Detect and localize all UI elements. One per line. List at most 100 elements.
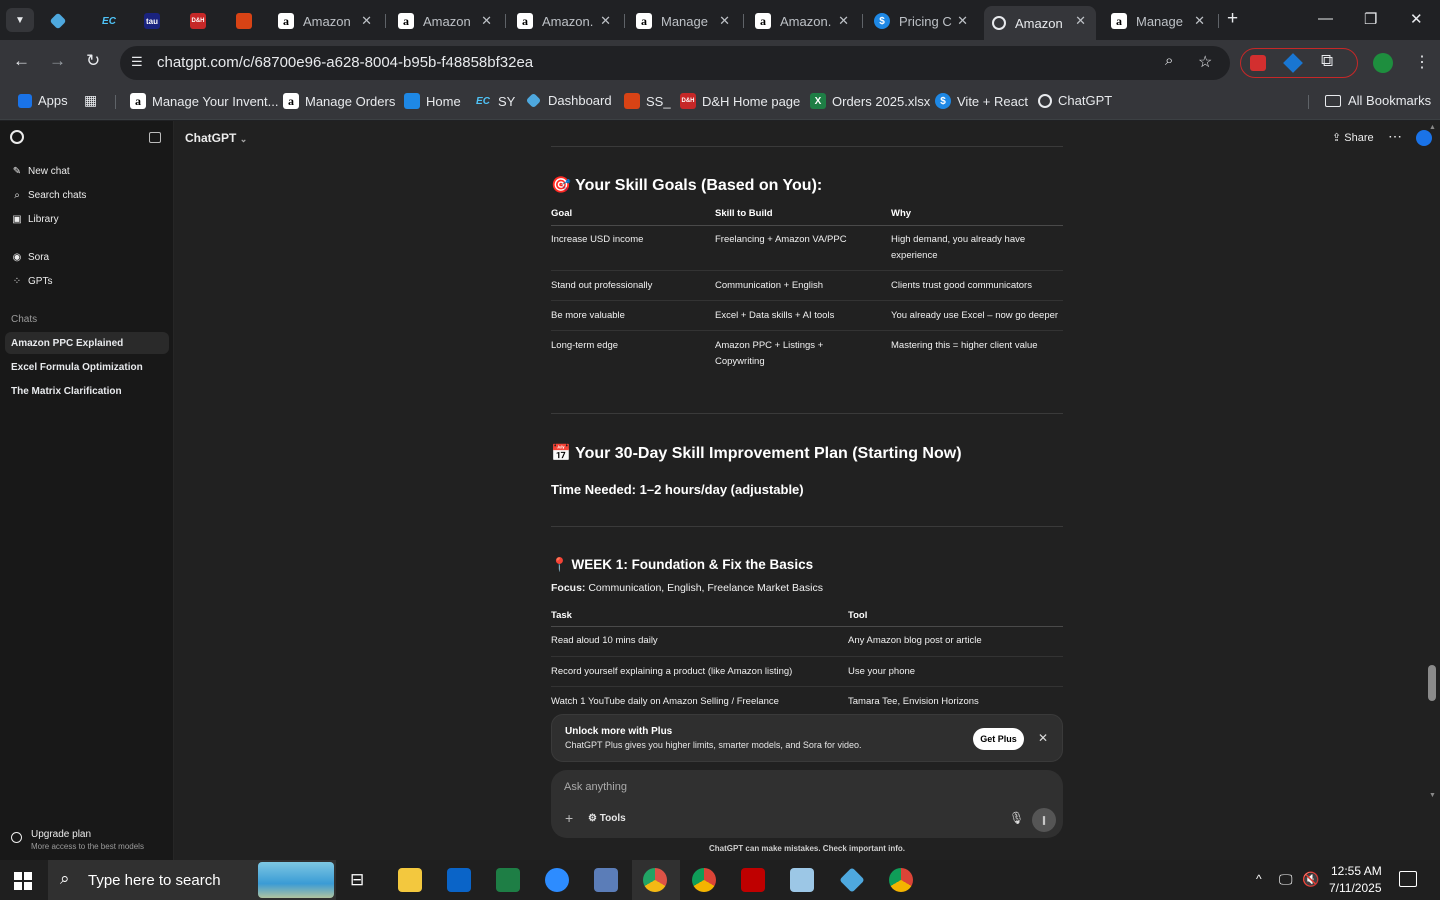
excel-icon[interactable] [496,868,520,892]
browser-tab[interactable]: EC [90,6,128,36]
browser-tab[interactable]: a Amazon ✕ [390,6,502,36]
task-view-icon[interactable]: ⊟ [350,870,364,890]
close-icon[interactable]: ✕ [957,13,968,29]
chrome-profile-icon[interactable] [692,868,716,892]
browser-tab[interactable]: tau [136,6,174,36]
close-icon[interactable]: ✕ [481,13,492,29]
blue-extension-icon[interactable] [1283,53,1303,73]
notes-app-icon[interactable] [790,868,814,892]
search-chats-button[interactable]: ⌕ Search chats [11,190,86,201]
close-icon[interactable]: ✕ [1038,731,1048,745]
windows-start-icon[interactable] [14,872,32,890]
chat-item-matrix[interactable]: The Matrix Clarification [5,380,169,402]
bookmark-manage-orders[interactable]: a Manage Orders [283,93,395,109]
bookmark-apps[interactable]: Apps [18,93,68,108]
browser-tab[interactable] [228,6,266,36]
browser-tab-active[interactable]: Amazon ✕ [984,6,1096,40]
share-button[interactable]: ⇪ Share [1332,131,1374,144]
library-button[interactable]: ▣ Library [11,214,58,225]
minimize-icon[interactable]: — [1318,10,1333,27]
browser-tab[interactable]: a Amazon ✕ [270,6,382,36]
tools-button[interactable]: ⚙ Tools [588,813,626,824]
bookmark-chatgpt[interactable]: ChatGPT [1038,93,1112,108]
tab-groups-icon[interactable]: ▦ [84,92,97,109]
browser-tab[interactable] [44,6,80,36]
kiro-icon[interactable] [839,867,865,893]
bookmark-label: Vite + React [957,93,1028,109]
close-icon[interactable]: ✕ [838,13,849,29]
bookmark-manage-inventory[interactable]: a Manage Your Invent... [130,93,278,109]
volume-muted-icon[interactable]: 🔇 [1302,871,1319,888]
scroll-down-icon[interactable]: ▼ [1429,792,1436,799]
gpts-button[interactable]: ⁘ GPTs [11,276,53,287]
plus-icon[interactable]: + [565,810,573,826]
tab-search-button[interactable]: ▼ [6,8,34,32]
new-tab-plus-icon[interactable]: + [1227,8,1238,30]
outlook-icon[interactable] [447,868,471,892]
chat-item-excel-formula[interactable]: Excel Formula Optimization [5,356,169,378]
browser-tab[interactable]: a Amazon. ✕ [747,6,859,36]
browser-tab[interactable]: a Manage ✕ [1103,6,1215,36]
user-avatar[interactable] [1416,130,1432,146]
close-sidebar-icon[interactable] [149,132,161,143]
pdf-extension-icon[interactable] [1250,55,1266,71]
bookmark-ss[interactable]: SS_ [624,93,671,109]
openai-logo-icon[interactable] [10,130,24,144]
chrome-alt-icon[interactable] [889,868,913,892]
site-settings-icon[interactable]: ☰ [131,54,143,70]
more-options-icon[interactable]: ⋯ [1388,128,1402,145]
address-bar[interactable]: ☰ chatgpt.com/c/68700e96-a628-8004-b95b-… [120,46,1230,80]
sora-button[interactable]: ◉ Sora [11,252,50,263]
reload-icon[interactable]: ↻ [86,51,100,71]
all-bookmarks[interactable]: All Bookmarks [1325,93,1431,108]
clock-date[interactable]: 7/11/2025 [1329,881,1382,895]
extensions-puzzle-icon[interactable]: ⧉ [1321,51,1333,71]
bookmark-star-icon[interactable]: ☆ [1198,52,1212,72]
chat-item-amazon-ppc[interactable]: Amazon PPC Explained [5,332,169,354]
close-icon[interactable]: ✕ [600,13,611,29]
forward-arrow-icon[interactable]: → [49,51,66,71]
upgrade-plan-button[interactable]: Upgrade plan More access to the best mod… [10,828,170,852]
notifications-icon[interactable] [1399,871,1417,887]
browser-tab[interactable]: a Amazon. ✕ [509,6,621,36]
get-plus-button[interactable]: Get Plus [973,728,1024,750]
amazon-icon: a [755,13,771,29]
file-explorer-icon[interactable] [398,868,422,892]
bookmark-vite-react[interactable]: $ Vite + React [935,93,1028,109]
network-icon[interactable]: 🖵 [1279,871,1293,888]
scroll-up-icon[interactable]: ▲ [1429,124,1436,131]
zoom-icon[interactable] [545,868,569,892]
scrollbar-thumb[interactable] [1428,665,1436,701]
bookmark-dh-home[interactable]: D&H D&H Home page [680,93,800,109]
taskbar-search[interactable]: ⌕ Type here to search [48,860,336,900]
close-icon[interactable]: ✕ [361,13,372,29]
message-input[interactable]: Ask anything [564,781,1044,793]
bookmark-dashboard[interactable]: Dashboard [525,92,612,109]
zoom-search-icon[interactable]: ⌕ [1165,52,1173,69]
microphone-icon[interactable]: 🎙 [1009,811,1024,825]
close-icon[interactable]: ✕ [1194,13,1205,29]
url-text[interactable]: chatgpt.com/c/68700e96-a628-8004-b95b-f4… [157,54,533,71]
close-icon[interactable]: ✕ [719,13,730,29]
show-hidden-icons-icon[interactable]: ^ [1256,872,1262,886]
filezilla-icon[interactable] [741,868,765,892]
more-vertical-icon[interactable]: ⋮ [1414,52,1430,72]
clock-time[interactable]: 12:55 AM [1331,864,1382,878]
restore-icon[interactable]: ❐ [1364,10,1377,28]
bookmark-orders-xlsx[interactable]: X Orders 2025.xlsx [810,93,930,109]
close-icon[interactable]: ✕ [1075,13,1086,29]
back-arrow-icon[interactable]: ← [13,51,30,71]
window-close-icon[interactable]: ✕ [1410,10,1423,28]
bookmark-home[interactable]: Home [404,93,461,109]
bookmark-label: All Bookmarks [1348,93,1432,108]
calculator-icon[interactable] [594,868,618,892]
new-chat-button[interactable]: ✎ New chat [11,166,70,177]
browser-tab[interactable]: $ Pricing C ✕ [866,6,978,36]
bookmark-sy[interactable]: EC SY [474,93,515,109]
voice-mode-button[interactable]: ∥ [1032,808,1056,832]
browser-tab[interactable]: D&H [182,6,220,36]
browser-tab[interactable]: a Manage ✕ [628,6,740,36]
model-selector[interactable]: ChatGPT ⌄ [185,131,247,145]
profile-avatar[interactable] [1373,53,1393,73]
sora-icon: ◉ [12,252,22,263]
